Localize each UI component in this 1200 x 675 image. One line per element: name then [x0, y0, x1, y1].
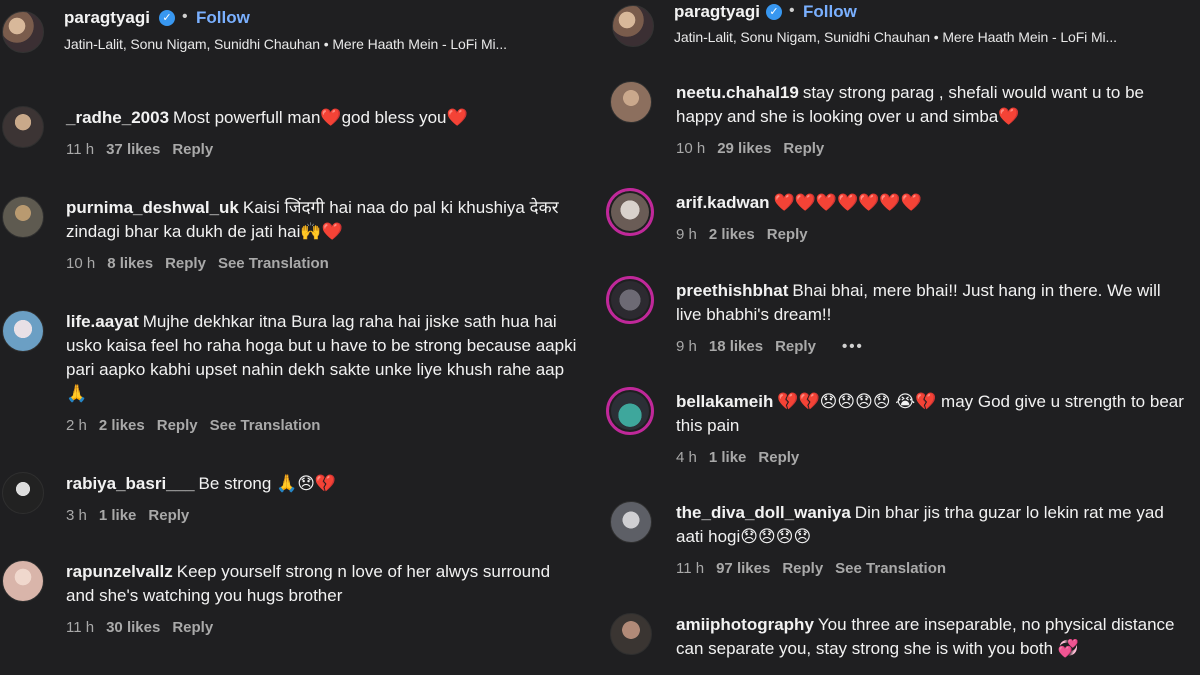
comment-text: ❤️❤️❤️❤️❤️❤️❤️: [773, 193, 922, 212]
right-panel: paragtyagi ✓ • Follow Jatin-Lalit, Sonu …: [600, 0, 1200, 675]
reply-button[interactable]: Reply: [165, 255, 206, 272]
likes-count[interactable]: 2 likes: [709, 226, 755, 243]
follow-button[interactable]: Follow: [196, 8, 250, 28]
verified-badge-icon: ✓: [159, 10, 175, 26]
likes-count[interactable]: 8 likes: [107, 255, 153, 272]
commenter-avatar[interactable]: [606, 276, 654, 324]
reply-button[interactable]: Reply: [758, 449, 799, 466]
more-options-icon[interactable]: •••: [842, 338, 864, 355]
post-header: paragtyagi ✓ • Follow Jatin-Lalit, Sonu …: [0, 0, 590, 70]
author-avatar[interactable]: [2, 11, 44, 53]
comment-time: 11 h: [66, 619, 95, 636]
author-username[interactable]: paragtyagi: [64, 8, 150, 28]
likes-count[interactable]: 2 likes: [99, 417, 145, 434]
likes-count[interactable]: 1 like: [99, 507, 137, 524]
author-username[interactable]: paragtyagi: [674, 2, 760, 22]
comment-time: 3 h: [66, 507, 87, 524]
see-translation-button[interactable]: See Translation: [210, 417, 321, 434]
comment-text: Be strong 🙏😞💔: [198, 474, 337, 493]
commenter-avatar[interactable]: [2, 310, 44, 352]
commenter-avatar[interactable]: [2, 472, 44, 514]
comment-username[interactable]: life.aayat: [66, 312, 139, 331]
author-avatar[interactable]: [612, 5, 654, 47]
post-header: paragtyagi ✓ • Follow Jatin-Lalit, Sonu …: [600, 0, 1200, 70]
audio-track[interactable]: Jatin-Lalit, Sonu Nigam, Sunidhi Chauhan…: [64, 36, 507, 52]
likes-count[interactable]: 97 likes: [716, 560, 770, 577]
likes-count[interactable]: 37 likes: [106, 141, 160, 158]
reply-button[interactable]: Reply: [775, 338, 816, 355]
reply-button[interactable]: Reply: [767, 226, 808, 243]
comment-time: 11 h: [66, 141, 95, 158]
reply-button[interactable]: Reply: [148, 507, 189, 524]
comment-username[interactable]: arif.kadwan: [676, 193, 770, 212]
reply-button[interactable]: Reply: [157, 417, 198, 434]
commenter-avatar[interactable]: [2, 560, 44, 602]
comment-username[interactable]: purnima_deshwal_uk: [66, 198, 239, 217]
comment-time: 11 h: [676, 560, 705, 577]
comment-time: 10 h: [676, 140, 706, 157]
comment-time: 4 h: [676, 449, 697, 466]
audio-track[interactable]: Jatin-Lalit, Sonu Nigam, Sunidhi Chauhan…: [674, 29, 1117, 45]
comment-time: 2 h: [66, 417, 87, 434]
commenter-avatar[interactable]: [610, 501, 652, 543]
verified-badge-icon: ✓: [766, 4, 782, 20]
comment-username[interactable]: bellakameih: [676, 392, 773, 411]
follow-button[interactable]: Follow: [803, 2, 857, 22]
commenter-avatar[interactable]: [606, 387, 654, 435]
comment-text: Mujhe dekhkar itna Bura lag raha hai jis…: [66, 312, 577, 403]
comment-text: Most powerfull man❤️god bless you❤️: [173, 108, 468, 127]
separator-dot: •: [182, 8, 188, 25]
likes-count[interactable]: 29 likes: [717, 140, 771, 157]
likes-count[interactable]: 18 likes: [709, 338, 763, 355]
reply-button[interactable]: Reply: [172, 619, 213, 636]
comment-username[interactable]: _radhe_2003: [66, 108, 169, 127]
commenter-avatar[interactable]: [2, 196, 44, 238]
comment-time: 9 h: [676, 226, 697, 243]
comment-username[interactable]: amiiphotography: [676, 615, 814, 634]
separator-dot: •: [789, 2, 795, 19]
comment-username[interactable]: neetu.chahal19: [676, 83, 799, 102]
left-panel: paragtyagi ✓ • Follow Jatin-Lalit, Sonu …: [0, 0, 590, 675]
see-translation-button[interactable]: See Translation: [835, 560, 946, 577]
comment-username[interactable]: preethishbhat: [676, 281, 788, 300]
see-translation-button[interactable]: See Translation: [218, 255, 329, 272]
comment-username[interactable]: the_diva_doll_waniya: [676, 503, 851, 522]
likes-count[interactable]: 1 like: [709, 449, 747, 466]
commenter-avatar[interactable]: [610, 81, 652, 123]
comment-username[interactable]: rabiya_basri___: [66, 474, 195, 493]
comment-time: 10 h: [66, 255, 96, 272]
likes-count[interactable]: 30 likes: [106, 619, 160, 636]
commenter-avatar[interactable]: [610, 613, 652, 655]
reply-button[interactable]: Reply: [782, 560, 823, 577]
reply-button[interactable]: Reply: [172, 141, 213, 158]
comment-time: 9 h: [676, 338, 697, 355]
comment-username[interactable]: rapunzelvallz: [66, 562, 173, 581]
commenter-avatar[interactable]: [606, 188, 654, 236]
commenter-avatar[interactable]: [2, 106, 44, 148]
reply-button[interactable]: Reply: [783, 140, 824, 157]
